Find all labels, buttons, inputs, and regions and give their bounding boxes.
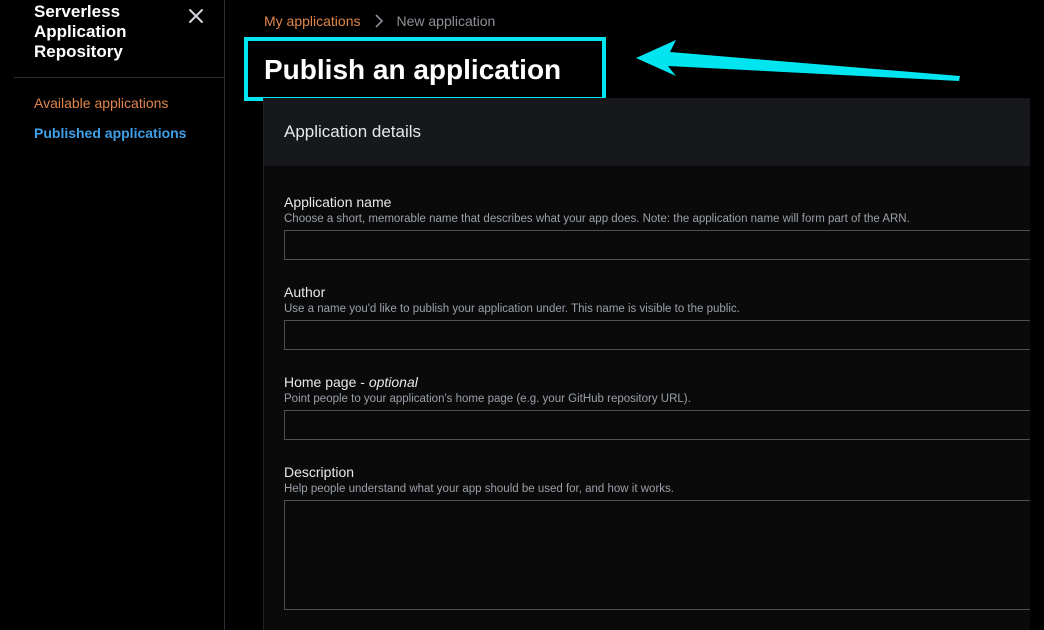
description-field: Description Help people understand what … (284, 464, 1030, 610)
breadcrumb: My applications New application (264, 13, 495, 29)
sidebar-title: Serverless Application Repository (34, 2, 127, 61)
breadcrumb-current: New application (396, 13, 496, 29)
sidebar-border (224, 0, 225, 630)
description-textarea[interactable] (284, 500, 1030, 610)
home-page-input[interactable] (284, 410, 1030, 440)
sidebar-item-available-applications[interactable]: Available applications (34, 95, 168, 111)
field-description: Point people to your application's home … (284, 393, 691, 405)
optional-label: optional (368, 374, 418, 390)
application-name-field: Application name Choose a short, memorab… (284, 194, 1030, 260)
author-field: Author Use a name you'd like to publish … (284, 284, 1030, 350)
close-icon[interactable] (186, 6, 206, 26)
sidebar-divider (14, 77, 224, 78)
breadcrumb-my-applications[interactable]: My applications (264, 13, 361, 29)
field-label-text: Home page - (284, 374, 369, 390)
field-description: Help people understand what your app sho… (284, 483, 674, 495)
home-page-field: Home page - optional Point people to you… (284, 374, 1030, 440)
panel-header: Application details (264, 98, 1030, 166)
field-label: Description (284, 464, 355, 480)
field-description: Use a name you'd like to publish your ap… (284, 303, 740, 315)
highlight-box (244, 37, 606, 101)
chevron-right-icon (373, 14, 385, 28)
sidebar-item-published-applications[interactable]: Published applications (34, 125, 186, 141)
app-root: Serverless Application Repository Availa… (0, 0, 1044, 630)
annotation-arrow (636, 40, 960, 81)
field-label: Home page - optional (284, 374, 1030, 390)
field-label: Author (284, 284, 326, 300)
author-input[interactable] (284, 320, 1030, 350)
application-name-input[interactable] (284, 230, 1030, 260)
field-label: Application name (284, 194, 392, 210)
panel-title: Application details (284, 122, 422, 141)
field-description: Choose a short, memorable name that desc… (284, 213, 910, 225)
sidebar: Serverless Application Repository Availa… (14, 0, 224, 630)
